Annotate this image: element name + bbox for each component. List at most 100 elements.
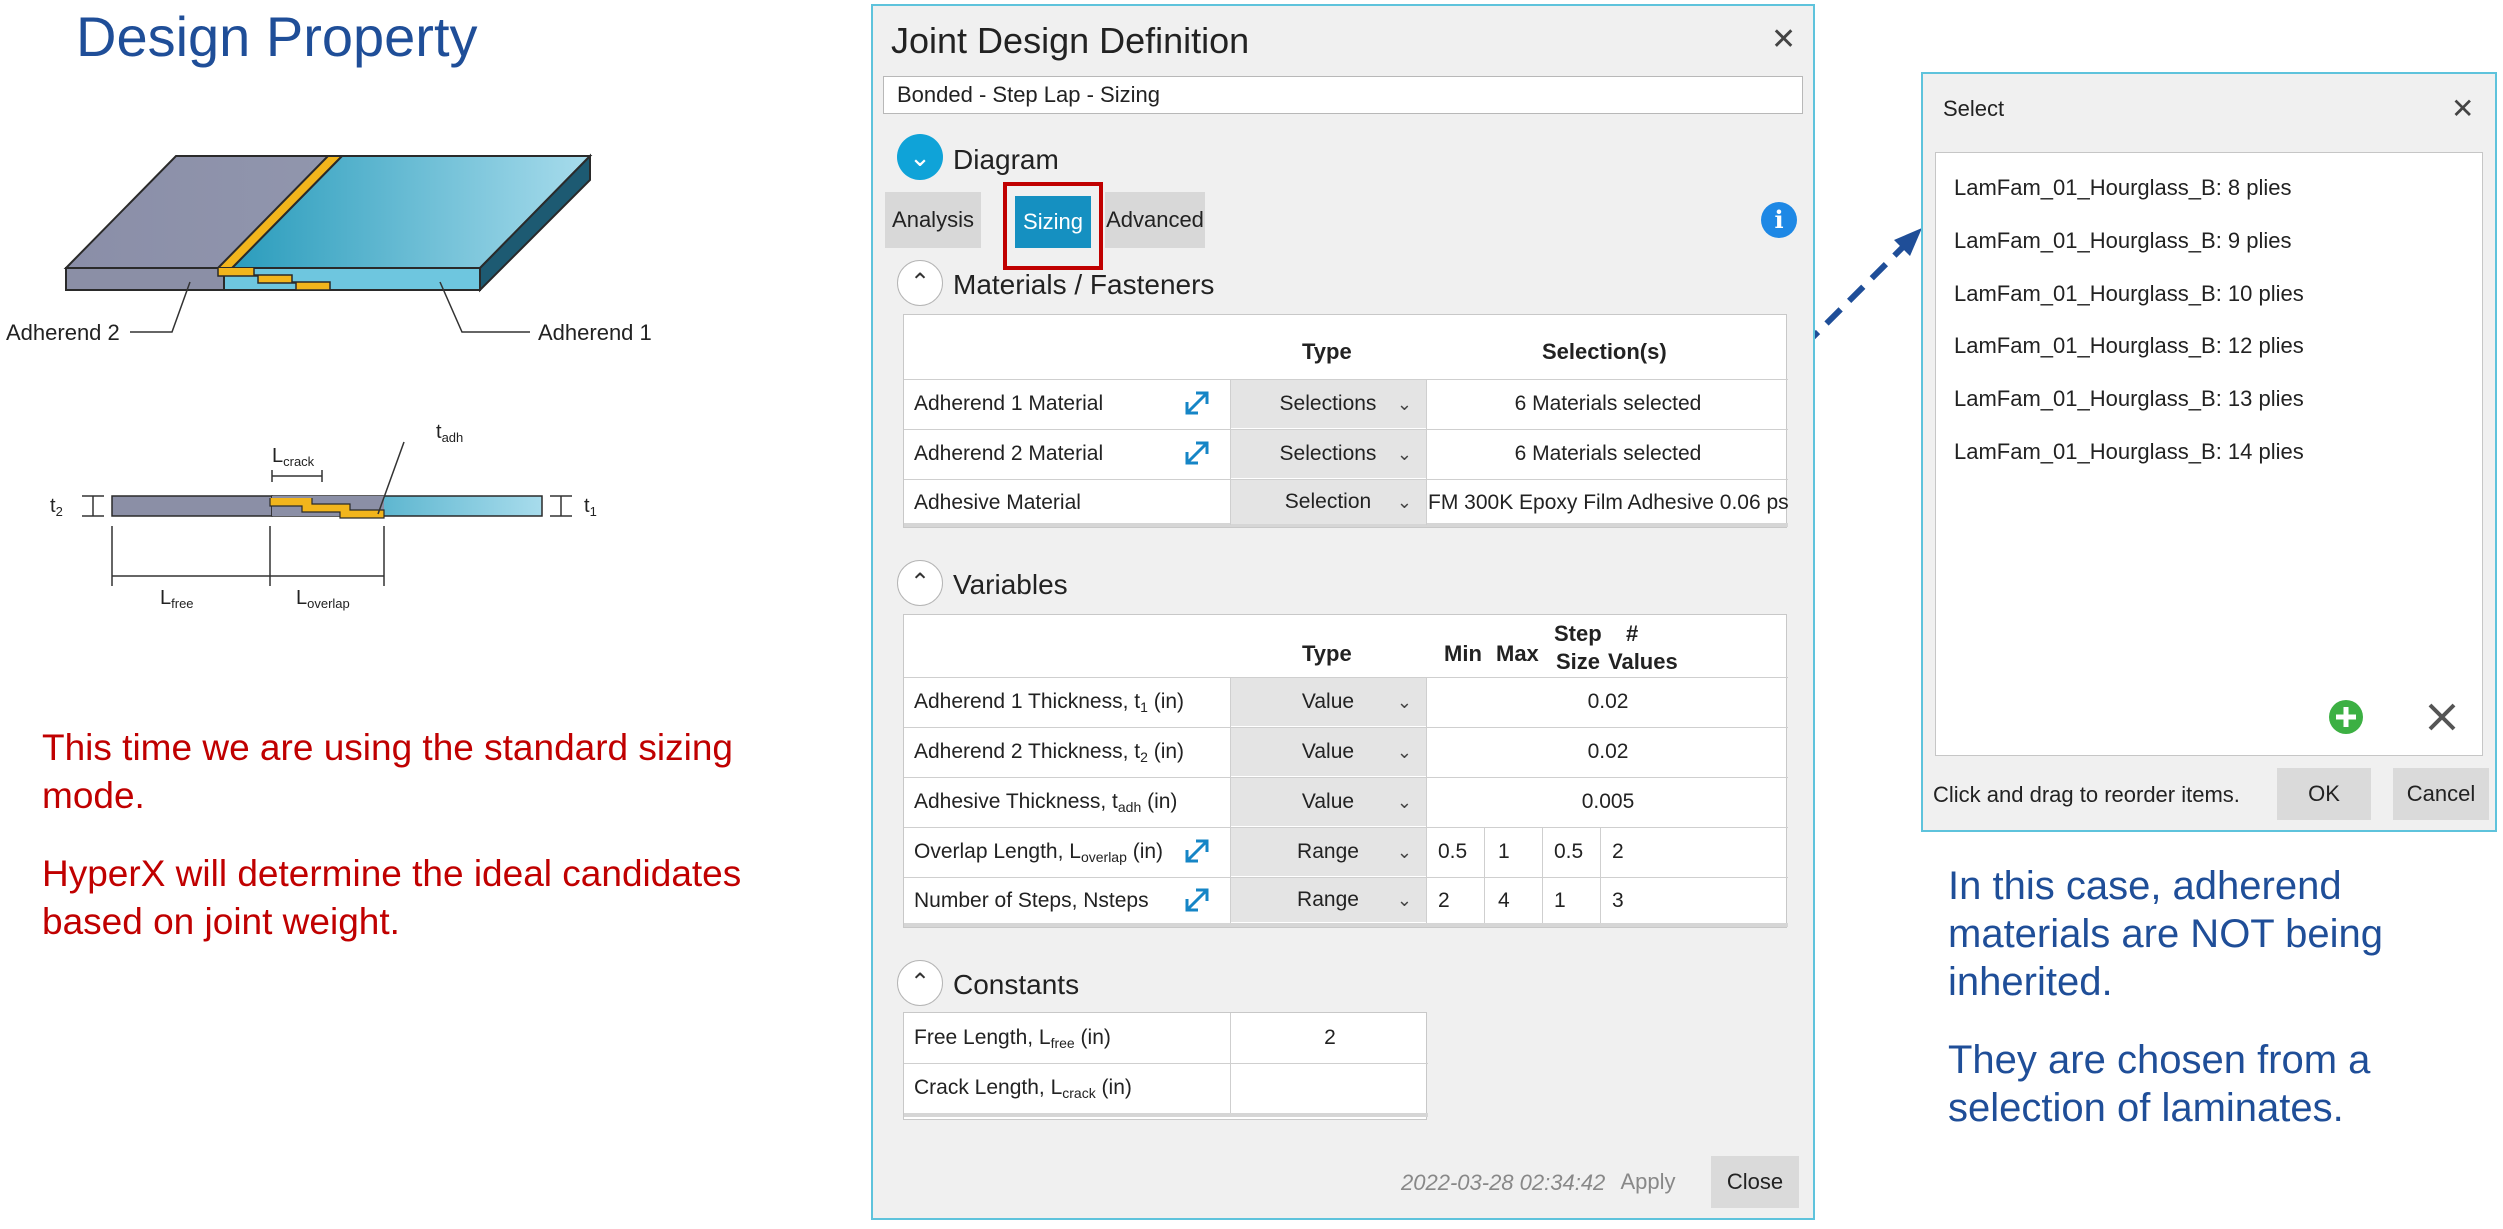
type-dropdown[interactable]: Value ⌄ [1230,678,1426,726]
range-max[interactable]: 1 [1498,840,1510,864]
slide-title: Design Property [76,5,478,68]
constant-value[interactable]: 2 [1232,1026,1428,1050]
apply-button[interactable]: Apply [1605,1156,1691,1208]
tab-analysis[interactable]: Analysis [885,192,981,248]
add-icon[interactable] [2328,699,2364,735]
material-selection[interactable]: FM 300K Epoxy Film Adhesive 0.06 psf [1428,491,1788,515]
range-min[interactable]: 2 [1438,889,1450,913]
list-item[interactable]: LamFam_01_Hourglass_B: 10 plies [1954,281,2304,307]
remove-icon[interactable] [2426,701,2458,733]
material-name: Adherend 2 Material [914,442,1104,465]
select-dialog: Select ✕ LamFam_01_Hourglass_B: 8 plies … [1921,72,2497,832]
constant-name: Free Length, Lfree (in) [914,1026,1111,1051]
constants-collapse-icon[interactable]: ⌃ [897,960,943,1006]
list-item[interactable]: LamFam_01_Hourglass_B: 12 plies [1954,333,2304,359]
type-dropdown[interactable]: Value ⌄ [1230,778,1426,826]
variable-value[interactable]: 0.02 [1428,690,1788,714]
laminate-list: LamFam_01_Hourglass_B: 8 plies LamFam_01… [1935,152,2483,756]
type-dropdown[interactable]: Range ⌄ [1230,878,1426,922]
note-sizing-mode: This time we are using the standard sizi… [42,727,734,816]
joint-design-dialog: Joint Design Definition ✕ Bonded - Step … [871,4,1815,1220]
material-name: Adherend 1 Material [914,392,1104,415]
svg-text:t2: t2 [50,495,63,519]
label-adherend-2: Adherend 2 [6,320,120,345]
chevron-down-icon: ⌄ [1396,842,1412,862]
table-row: Adherend 2 Thickness, t2 (in) Value ⌄ 0.0… [904,727,1788,777]
list-item[interactable]: LamFam_01_Hourglass_B: 9 plies [1954,228,2292,254]
tab-sizing[interactable]: Sizing [1015,196,1091,248]
timestamp: 2022-03-28 02:34:42 [1401,1170,1606,1195]
svg-text:Loverlap: Loverlap [296,587,350,611]
variables-header: Variables [953,569,1068,600]
variables-col-num: # [1626,621,1639,646]
range-num[interactable]: 3 [1612,889,1624,913]
svg-text:tadh: tadh [436,421,463,445]
range-min[interactable]: 0.5 [1438,840,1467,864]
range-step[interactable]: 1 [1554,889,1566,913]
chevron-down-icon: ⌄ [1396,792,1412,812]
list-item[interactable]: LamFam_01_Hourglass_B: 14 plies [1954,439,2304,465]
table-row: Adherend 1 Material Selections ⌄ 6 Materi… [904,379,1788,429]
materials-table: Type Selection(s) Adherend 1 Material Se… [903,314,1788,528]
constants-header: Constants [953,969,1080,1000]
table-row: Adhesive Material Selection ⌄ FM 300K Epo… [904,479,1788,525]
materials-col-type: Type [1302,339,1352,364]
tab-advanced[interactable]: Advanced [1105,192,1205,248]
chevron-down-icon: ⌄ [1396,692,1412,712]
table-row: Adherend 2 Material Selections ⌄ 6 Materi… [904,429,1788,479]
table-row: Overlap Length, Loverlap (in) Range ⌄ 0.5… [904,827,1788,877]
chevron-down-icon: ⌄ [1396,890,1412,910]
table-row: Free Length, Lfree (in) 2 [904,1013,1428,1063]
ok-button[interactable]: OK [2277,768,2371,820]
variable-value[interactable]: 0.02 [1428,740,1788,764]
range-step[interactable]: 0.5 [1554,840,1583,864]
variables-col-type: Type [1302,641,1352,666]
note-laminates: They are chosen from a selection of lami… [1948,1038,2371,1130]
table-row: Number of Steps, Nsteps Range ⌄ 2 4 1 3 [904,877,1788,923]
svg-text:Lfree: Lfree [160,587,194,611]
type-dropdown[interactable]: Selection ⌄ [1230,480,1426,524]
variable-value[interactable]: 0.005 [1428,790,1788,814]
design-path-field: Bonded - Step Lap - Sizing [883,76,1803,114]
variables-col-step: Step [1554,621,1602,646]
info-icon[interactable]: i [1761,202,1797,238]
expand-arrows-icon[interactable] [1182,388,1212,418]
type-dropdown[interactable]: Range ⌄ [1230,828,1426,876]
variable-name: Adherend 1 Thickness, t1 (in) [914,690,1185,715]
type-dropdown[interactable]: Value ⌄ [1230,728,1426,776]
variables-col-max: Max [1496,641,1539,666]
material-selection[interactable]: 6 Materials selected [1428,392,1788,416]
chevron-down-icon: ⌄ [1396,492,1412,512]
type-dropdown[interactable]: Selections ⌄ [1230,380,1426,428]
close-button[interactable]: Close [1711,1156,1799,1208]
expand-arrows-icon[interactable] [1182,438,1212,468]
list-item[interactable]: LamFam_01_Hourglass_B: 8 plies [1954,175,2292,201]
expand-arrows-icon[interactable] [1182,836,1212,866]
range-max[interactable]: 4 [1498,889,1510,913]
diagram-label: Diagram [953,144,1059,175]
expand-arrows-icon[interactable] [1182,885,1212,915]
chevron-down-icon: ⌄ [1396,742,1412,762]
cancel-button[interactable]: Cancel [2393,768,2489,820]
joint-illustration: Adherend 2 Adherend 1 Lcrack tadh t2 t1 … [6,153,652,611]
variables-table: Type Min Max Step Size # Values Adherend… [903,614,1788,928]
list-item[interactable]: LamFam_01_Hourglass_B: 13 plies [1954,386,2304,412]
type-dropdown[interactable]: Selections ⌄ [1230,430,1426,478]
diagram-collapse-icon[interactable]: ⌄ [897,134,943,180]
select-close-icon[interactable]: ✕ [2451,92,2474,125]
materials-collapse-icon[interactable]: ⌃ [897,260,943,306]
chevron-down-icon: ⌄ [1396,394,1412,414]
dialog-close-icon[interactable]: ✕ [1771,22,1796,57]
variables-collapse-icon[interactable]: ⌃ [897,560,943,606]
materials-col-selection: Selection(s) [1542,339,1667,364]
material-selection[interactable]: 6 Materials selected [1428,442,1788,466]
table-row: Adherend 1 Thickness, t1 (in) Value ⌄ 0.0… [904,677,1788,727]
variable-name: Overlap Length, Loverlap (in) [914,840,1164,865]
reorder-hint: Click and drag to reorder items. [1933,782,2240,807]
table-row: Adhesive Thickness, tadh (in) Value ⌄ 0.0… [904,777,1788,827]
constants-table: Free Length, Lfree (in) 2 Crack Length, … [903,1012,1428,1120]
label-adherend-1: Adherend 1 [538,320,652,345]
constant-name: Crack Length, Lcrack (in) [914,1076,1132,1101]
note-not-inherited: In this case, adherend materials are NOT… [1948,864,2383,1004]
range-num[interactable]: 2 [1612,840,1624,864]
